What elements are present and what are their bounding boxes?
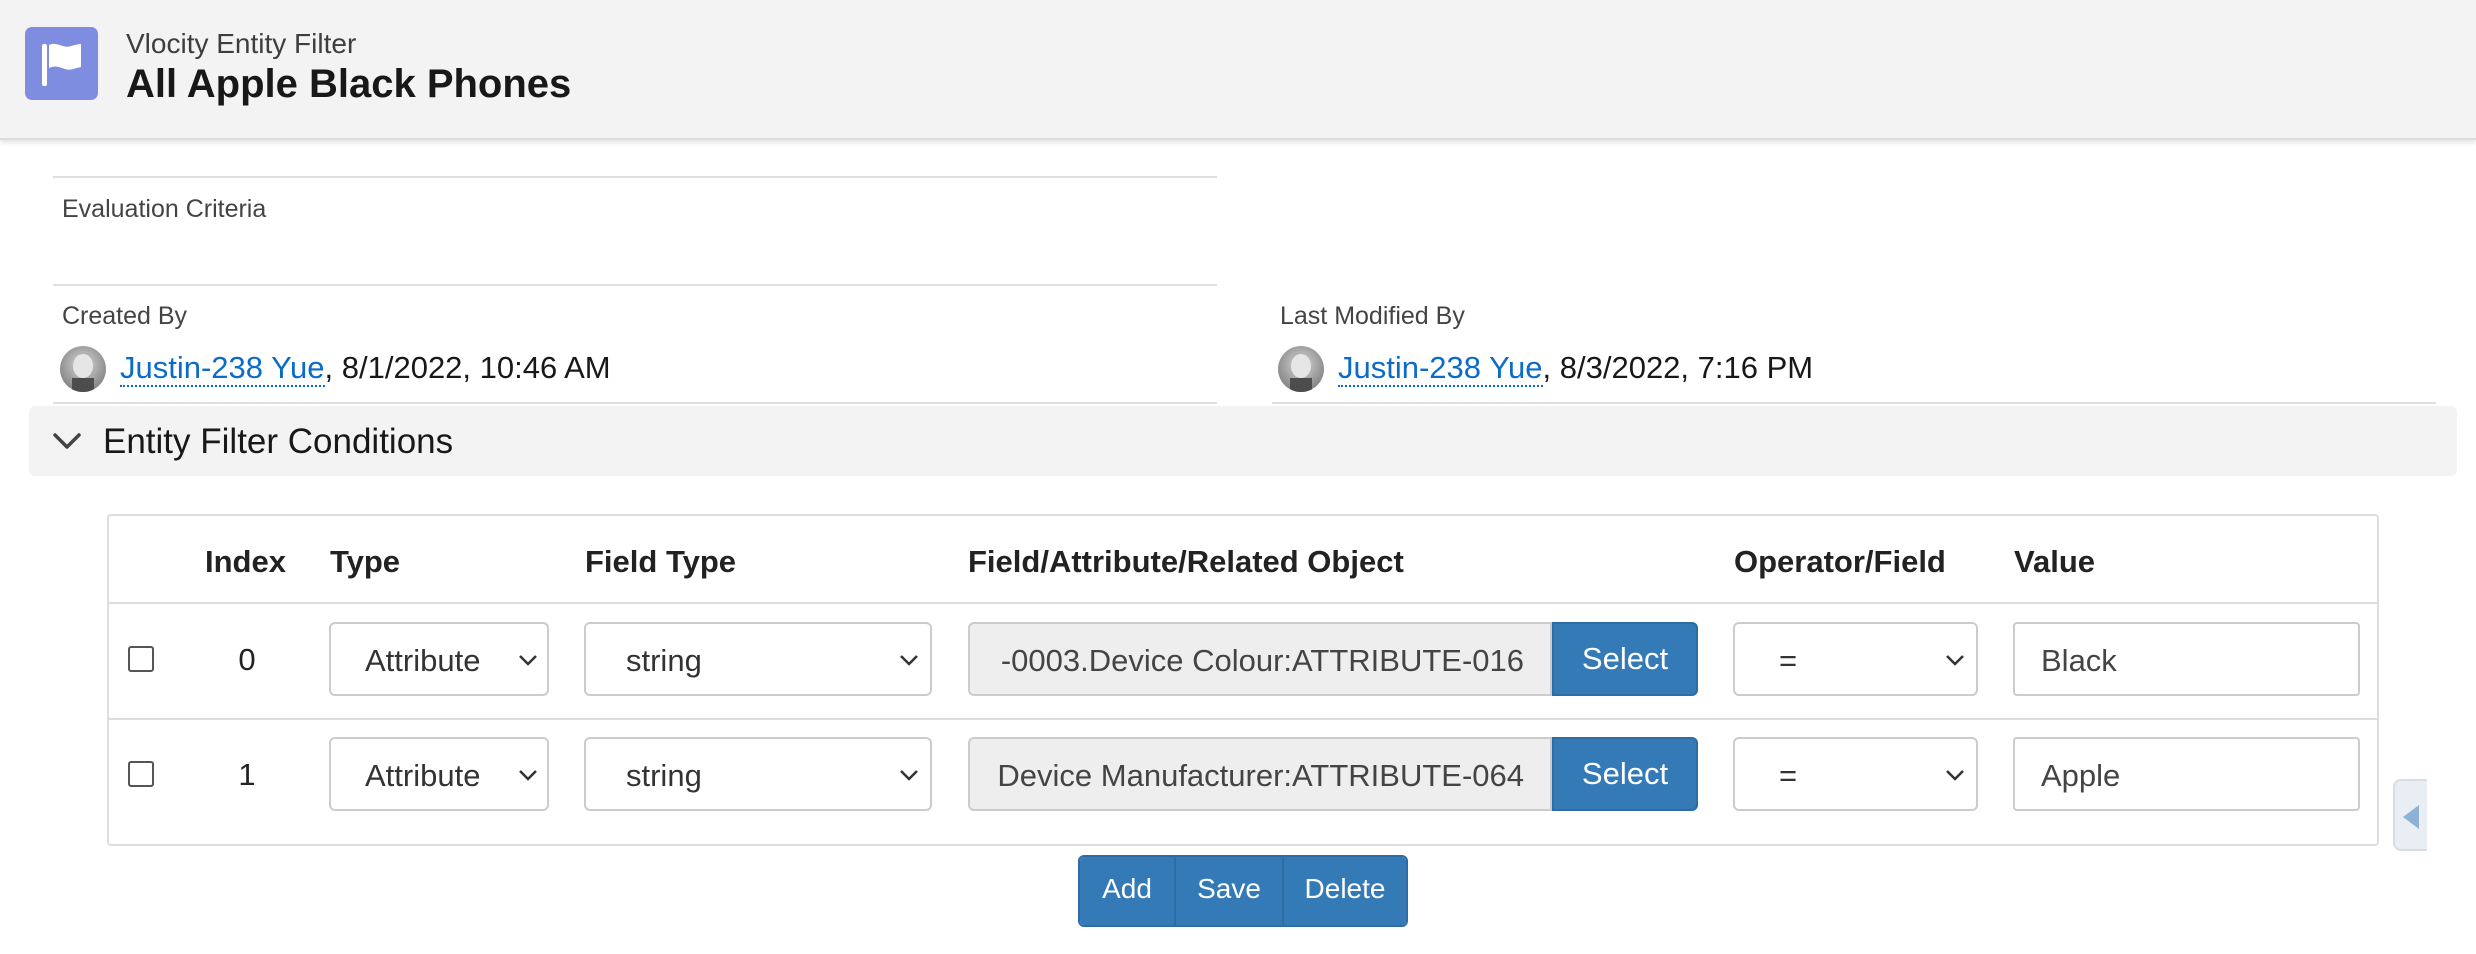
page-title: All Apple Black Phones xyxy=(126,62,572,106)
field-attribute-value: Device Manufacturer:ATTRIBUTE-064 xyxy=(997,758,1524,793)
last-modified-by-value: Justin-238 Yue, 8/3/2022, 7:16 PM xyxy=(1338,350,1814,387)
divider xyxy=(53,402,1217,404)
column-header-operator: Operator/Field xyxy=(1734,544,1946,579)
section-title: Entity Filter Conditions xyxy=(103,422,454,461)
row-index: 1 xyxy=(238,757,256,792)
row-checkbox[interactable] xyxy=(128,761,154,787)
field-type-select-value: string xyxy=(626,758,702,793)
avatar xyxy=(1278,346,1324,392)
chevron-down-icon xyxy=(53,433,81,449)
add-button[interactable]: Add xyxy=(1080,857,1176,925)
flag-icon xyxy=(25,27,98,100)
divider xyxy=(53,284,1217,286)
divider xyxy=(1272,402,2436,404)
operator-select[interactable]: = xyxy=(1733,737,1978,811)
field-attribute-input: Device Manufacturer:ATTRIBUTE-064 xyxy=(968,737,1552,811)
created-by-user-link[interactable]: Justin-238 Yue xyxy=(120,350,325,387)
divider xyxy=(109,602,2377,604)
column-header-field: Field/Attribute/Related Object xyxy=(968,544,1404,579)
caret-left-icon xyxy=(2403,805,2419,829)
created-by-date: , 8/1/2022, 10:46 AM xyxy=(324,350,611,385)
divider xyxy=(53,176,1217,178)
object-type-label: Vlocity Entity Filter xyxy=(126,28,357,59)
last-modified-user-link[interactable]: Justin-238 Yue xyxy=(1338,350,1543,387)
column-header-value: Value xyxy=(2014,544,2095,579)
avatar xyxy=(60,346,106,392)
operator-select-value: = xyxy=(1779,758,1798,793)
record-header: Vlocity Entity Filter All Apple Black Ph… xyxy=(0,0,2476,140)
evaluation-criteria-label: Evaluation Criteria xyxy=(62,195,267,223)
action-button-group: Add Save Delete xyxy=(1078,855,1408,927)
type-select-value: Attribute xyxy=(365,758,481,793)
chevron-down-icon xyxy=(519,770,537,781)
chevron-down-icon xyxy=(519,655,537,666)
select-button[interactable]: Select xyxy=(1552,622,1698,696)
select-button[interactable]: Select xyxy=(1552,737,1698,811)
chevron-down-icon xyxy=(900,770,918,781)
chevron-down-icon xyxy=(900,655,918,666)
save-button[interactable]: Save xyxy=(1176,857,1284,925)
field-type-select-value: string xyxy=(626,643,702,678)
operator-select-value: = xyxy=(1779,643,1798,678)
divider xyxy=(109,718,2377,720)
row-index: 0 xyxy=(238,642,256,677)
operator-select[interactable]: = xyxy=(1733,622,1978,696)
type-select[interactable]: Attribute xyxy=(329,737,549,811)
chevron-down-icon xyxy=(1946,655,1964,666)
field-attribute-value: -0003.Device Colour:ATTRIBUTE-016 xyxy=(1000,643,1524,678)
value-input[interactable]: Apple xyxy=(2013,737,2360,811)
last-modified-date: , 8/3/2022, 7:16 PM xyxy=(1542,350,1814,385)
type-select-value: Attribute xyxy=(365,643,481,678)
last-modified-by-label: Last Modified By xyxy=(1280,302,1465,330)
row-checkbox[interactable] xyxy=(128,646,154,672)
created-by-label: Created By xyxy=(62,302,188,330)
field-attribute-input: -0003.Device Colour:ATTRIBUTE-016 xyxy=(968,622,1552,696)
value-input-text: Apple xyxy=(2041,758,2121,793)
value-input[interactable]: Black xyxy=(2013,622,2360,696)
side-panel-toggle[interactable] xyxy=(2393,779,2427,851)
section-entity-filter-conditions[interactable]: Entity Filter Conditions xyxy=(29,406,2457,476)
delete-button[interactable]: Delete xyxy=(1284,857,1406,925)
field-type-select[interactable]: string xyxy=(584,622,932,696)
column-header-type: Type xyxy=(330,544,401,579)
created-by-value: Justin-238 Yue, 8/1/2022, 10:46 AM xyxy=(120,350,611,387)
type-select[interactable]: Attribute xyxy=(329,622,549,696)
field-type-select[interactable]: string xyxy=(584,737,932,811)
conditions-table: Index Type Field Type Field/Attribute/Re… xyxy=(107,514,2379,846)
column-header-field-type: Field Type xyxy=(585,544,737,579)
column-header-index: Index xyxy=(205,544,286,579)
chevron-down-icon xyxy=(1946,770,1964,781)
value-input-text: Black xyxy=(2041,643,2117,678)
